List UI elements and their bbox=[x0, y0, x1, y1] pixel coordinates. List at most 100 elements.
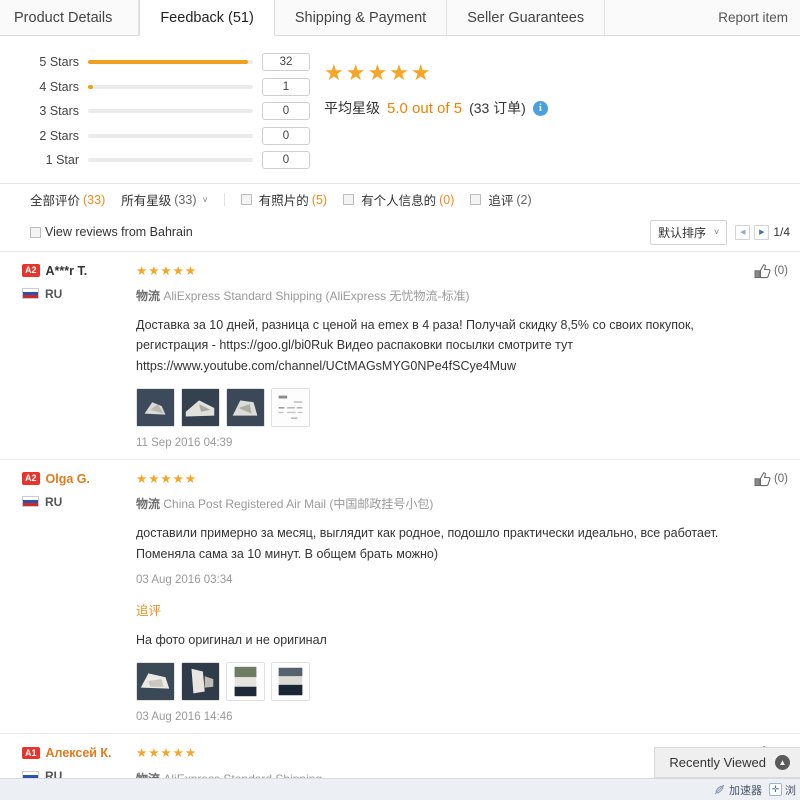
sort-dropdown[interactable]: 默认排序 ˅ bbox=[650, 219, 728, 245]
next-page-button[interactable]: ▶ bbox=[754, 224, 770, 240]
feedback-page: Product Details Feedback (51) Shipping &… bbox=[0, 0, 800, 800]
reviewer-country: RU bbox=[22, 495, 132, 509]
rating-bar-track bbox=[88, 84, 253, 89]
rating-bar-count: 0 bbox=[262, 102, 310, 121]
rating-bar-count: 1 bbox=[262, 77, 310, 96]
additional-review-thumbnails bbox=[136, 662, 720, 701]
checkbox-icon[interactable] bbox=[30, 226, 41, 238]
review-thumbnail[interactable] bbox=[181, 387, 220, 427]
shipping-method: China Post Registered Air Mail (中国邮政挂号小包… bbox=[163, 497, 434, 512]
additional-review-text: На фото оригинал и не оригинал bbox=[136, 632, 327, 647]
tab-bar-spacer bbox=[605, 0, 698, 35]
rating-bar-track bbox=[88, 133, 253, 138]
tab-shipping-payment[interactable]: Shipping & Payment bbox=[275, 0, 448, 35]
rating-bar-count: 32 bbox=[262, 53, 310, 72]
rating-summary: 5 Stars 32 4 Stars 1 3 Stars 0 2 Stars 0… bbox=[0, 36, 800, 184]
additional-review-title: 追评 bbox=[136, 603, 162, 618]
thumbs-up-icon bbox=[754, 472, 771, 486]
filter-label: 所有星级 bbox=[121, 194, 172, 208]
review-thumbnails bbox=[136, 387, 720, 427]
reviewer-name[interactable]: Olga G. bbox=[46, 472, 90, 486]
rating-bar-row[interactable]: 1 Star 0 bbox=[6, 148, 310, 173]
thumbnail-image bbox=[182, 663, 219, 700]
review-item: A2 Olga G. RU ★★★★★ 物流 China Post Regist… bbox=[0, 460, 800, 734]
thumbnail-image bbox=[227, 663, 264, 700]
like-count: (0) bbox=[773, 473, 788, 486]
review-thumbnail[interactable] bbox=[181, 662, 220, 701]
rating-bar-row[interactable]: 5 Stars 32 bbox=[6, 50, 310, 75]
filter-label: 全部评价 bbox=[30, 194, 81, 208]
country-filter-label: View reviews from Bahrain bbox=[45, 225, 193, 239]
page-indicator: 1/4 bbox=[773, 225, 790, 239]
thumbnail-image bbox=[272, 663, 309, 700]
flag-ru-icon bbox=[22, 496, 39, 508]
country-filter-toggle[interactable]: View reviews from Bahrain bbox=[30, 225, 193, 239]
additional-review-block: 追评 На фото оригинал и не оригинал 03 Aug… bbox=[136, 600, 720, 723]
prev-page-button[interactable]: ◀ bbox=[735, 224, 751, 240]
review-stars: ★★★★★ bbox=[136, 746, 198, 760]
tab-seller-guarantees[interactable]: Seller Guarantees bbox=[447, 0, 606, 35]
tab-product-details[interactable]: Product Details bbox=[0, 0, 140, 35]
recently-viewed-widget[interactable]: Recently Viewed ▲ bbox=[654, 747, 800, 778]
filter-all-reviews[interactable]: 全部评价 (33) bbox=[30, 190, 105, 209]
review-text: доставили примерно за месяц, выглядит ка… bbox=[136, 526, 719, 561]
review-stars: ★★★★★ bbox=[136, 471, 198, 486]
review-thumbnail[interactable] bbox=[271, 662, 310, 701]
thumbnail-document-image bbox=[272, 388, 309, 426]
review-like-button[interactable]: (0) bbox=[754, 472, 788, 487]
filter-with-personal-info[interactable]: 有个人信息的 (0) bbox=[343, 190, 454, 209]
view-sort-row: View reviews from Bahrain 默认排序 ˅ ◀ ▶ 1/4 bbox=[0, 216, 800, 252]
report-item-link[interactable]: Report item bbox=[698, 0, 800, 35]
rating-bar-row[interactable]: 3 Stars 0 bbox=[6, 99, 310, 124]
rating-bar-fill bbox=[88, 60, 249, 65]
thumbs-up-icon bbox=[754, 263, 771, 278]
level-badge: A2 bbox=[22, 472, 40, 486]
average-orders: (33 订单) bbox=[469, 100, 526, 116]
filter-label: 有个人信息的 bbox=[361, 194, 437, 208]
accelerator-button[interactable]: 加速器 bbox=[713, 782, 762, 798]
review-thumbnail[interactable] bbox=[271, 387, 310, 427]
review-thumbnail[interactable] bbox=[136, 662, 175, 701]
accelerator-label: 加速器 bbox=[729, 784, 762, 797]
info-icon[interactable]: i bbox=[532, 100, 548, 116]
chevron-up-icon[interactable]: ▲ bbox=[775, 755, 790, 770]
filter-additional-reviews[interactable]: 追评 (2) bbox=[470, 190, 532, 209]
rating-bar-track bbox=[88, 158, 253, 163]
browser-tool-button[interactable]: ✛ 浏 bbox=[769, 782, 796, 798]
tab-bar: Product Details Feedback (51) Shipping &… bbox=[0, 0, 800, 36]
reviewer-name[interactable]: Алексей К. bbox=[46, 746, 112, 760]
review-item: A2 A***r T. RU ★★★★★ 物流 AliExpress Stand… bbox=[0, 252, 800, 460]
checkbox-icon[interactable] bbox=[470, 194, 482, 205]
filter-with-photos[interactable]: 有照片的 (5) bbox=[240, 190, 327, 209]
checkbox-icon[interactable] bbox=[240, 194, 252, 205]
additional-review-date: 03 Aug 2016 14:46 bbox=[136, 711, 233, 723]
review-stars: ★★★★★ bbox=[136, 263, 198, 278]
reviewer-name-line: A2 A***r T. bbox=[22, 264, 132, 278]
shipping-prefix-label: 物流 bbox=[136, 289, 161, 303]
flag-ru-icon bbox=[22, 288, 39, 299]
review-thumbnail[interactable] bbox=[226, 662, 265, 701]
review-thumbnail[interactable] bbox=[136, 387, 175, 427]
tab-feedback[interactable]: Feedback (51) bbox=[139, 0, 275, 36]
review-like-button[interactable]: (0) bbox=[754, 263, 788, 279]
reviews-list: A2 A***r T. RU ★★★★★ 物流 AliExpress Stand… bbox=[0, 252, 800, 800]
rating-bar-label: 3 Stars bbox=[39, 104, 79, 119]
tab-label: Product Details bbox=[14, 9, 113, 26]
review-thumbnail[interactable] bbox=[226, 387, 265, 427]
browser-tool-label: 浏 bbox=[785, 784, 796, 797]
rating-bar-row[interactable]: 4 Stars 1 bbox=[6, 75, 310, 100]
review-date: 11 Sep 2016 04:39 bbox=[136, 436, 233, 449]
filter-count: (33) bbox=[174, 192, 197, 207]
checkbox-icon[interactable] bbox=[343, 194, 355, 205]
review-body: ★★★★★ 物流 AliExpress Standard Shipping (A… bbox=[132, 264, 790, 449]
rating-bar-track bbox=[88, 109, 253, 114]
tab-label: Seller Guarantees bbox=[467, 9, 585, 26]
rating-bar-count: 0 bbox=[262, 151, 310, 170]
recently-viewed-label: Recently Viewed bbox=[669, 755, 766, 770]
rating-bar-row[interactable]: 2 Stars 0 bbox=[6, 124, 310, 149]
country-code: RU bbox=[45, 286, 63, 301]
filter-divider bbox=[223, 193, 225, 206]
filter-all-stars[interactable]: 所有星级 (33) ˅ bbox=[121, 190, 208, 209]
reviewer-name[interactable]: A***r T. bbox=[46, 264, 88, 278]
filter-count: (0) bbox=[439, 192, 455, 207]
